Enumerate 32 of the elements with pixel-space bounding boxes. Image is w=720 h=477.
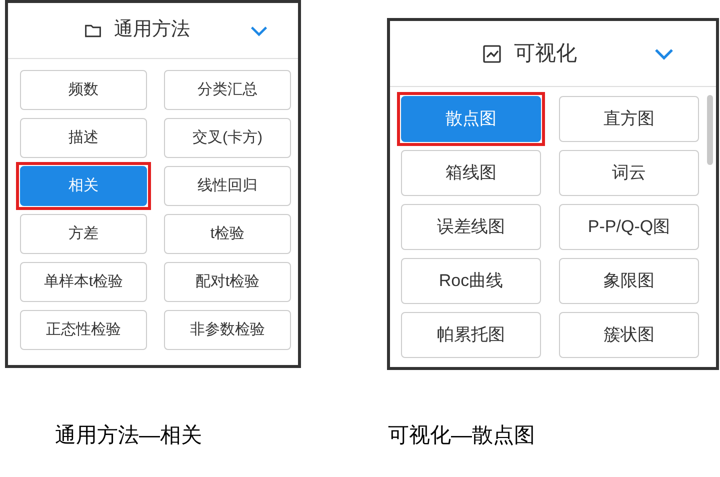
option-button[interactable]: 分类汇总 xyxy=(164,70,291,110)
option-button[interactable]: 非参数检验 xyxy=(164,310,291,350)
option-button[interactable]: 方差 xyxy=(20,214,147,254)
option-button[interactable]: 散点图 xyxy=(401,96,541,142)
option-button[interactable]: 直方图 xyxy=(559,96,699,142)
option-button[interactable]: 帕累托图 xyxy=(401,312,541,358)
option-button[interactable]: 频数 xyxy=(20,70,147,110)
panel-title: 可视化 xyxy=(514,40,577,67)
caption: 可视化—散点图 xyxy=(388,423,535,449)
option-button[interactable]: 相关 xyxy=(20,166,147,206)
scrollbar-thumb[interactable] xyxy=(707,95,713,165)
caption: 通用方法—相关 xyxy=(55,423,202,449)
option-button[interactable]: 交叉(卡方) xyxy=(164,118,291,158)
panel-header[interactable]: 通用方法 xyxy=(8,3,298,59)
option-button[interactable]: 线性回归 xyxy=(164,166,291,206)
option-button[interactable]: 象限图 xyxy=(559,258,699,304)
chart-icon xyxy=(482,44,502,64)
option-button[interactable]: 词云 xyxy=(559,150,699,196)
chevron-down-icon xyxy=(654,48,674,60)
option-button[interactable]: 箱线图 xyxy=(401,150,541,196)
option-button[interactable]: 描述 xyxy=(20,118,147,158)
panel-header[interactable]: 可视化 xyxy=(390,21,716,87)
option-button[interactable]: 配对t检验 xyxy=(164,262,291,302)
option-button[interactable]: 误差线图 xyxy=(401,204,541,250)
option-button[interactable]: 簇状图 xyxy=(559,312,699,358)
chevron-down-icon xyxy=(250,24,268,36)
option-button[interactable]: P-P/Q-Q图 xyxy=(559,204,699,250)
option-button[interactable]: t检验 xyxy=(164,214,291,254)
panel-title: 通用方法 xyxy=(114,18,190,42)
option-button[interactable]: Roc曲线 xyxy=(401,258,541,304)
option-button[interactable]: 单样本t检验 xyxy=(20,262,147,302)
option-button[interactable]: 正态性检验 xyxy=(20,310,147,350)
